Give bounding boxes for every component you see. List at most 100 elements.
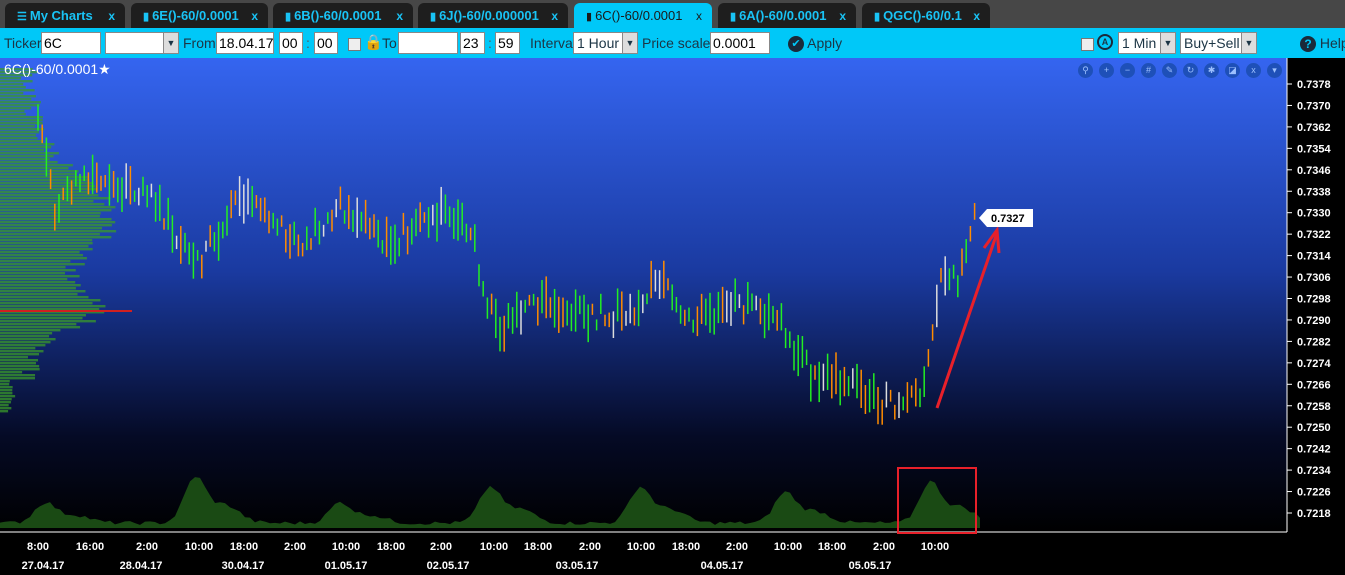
close-icon[interactable]: x (251, 3, 258, 29)
zoom-out-icon[interactable]: − (1120, 63, 1135, 78)
tab-6b-60-0-0001[interactable]: ▮ 6B()-60/0.0001 x (273, 3, 413, 28)
toolbar: Ticker 6C ▼ From 18.04.17 00 : 00 🔒 To 2… (0, 28, 1345, 58)
grid-icon[interactable]: # (1141, 63, 1156, 78)
side-dropdown[interactable]: Buy+Sell ▼ (1180, 32, 1257, 54)
volume-profile-bar (0, 284, 81, 287)
tab-6a-60-0-0001[interactable]: ▮ 6A()-60/0.0001 x (718, 3, 856, 28)
chart-title: 6C()-60/0.0001★ (4, 61, 111, 78)
x-tick-label: 18:00 (672, 541, 700, 553)
volume-profile-bar (0, 278, 68, 281)
volume-profile-bar (0, 131, 39, 134)
volume-profile-bar (0, 293, 78, 296)
price-scale-input[interactable]: 0.0001 (710, 32, 770, 54)
tab-label: 6E()-60/0.0001 (152, 8, 239, 23)
tab-label: 6J()-60/0.000001 (439, 8, 539, 23)
y-tick-label: 0.7330 (1297, 208, 1331, 220)
menu-icon: ☰ (17, 11, 27, 23)
close-icon[interactable]: x (108, 3, 115, 29)
from-date-input[interactable]: 18.04.17 (216, 32, 274, 54)
tab-my-charts[interactable]: ☰ My Charts x (5, 3, 125, 28)
close-icon[interactable]: x (396, 3, 403, 29)
from-hour-input[interactable]: 00 (279, 32, 303, 54)
chevron-down-icon: ▼ (163, 33, 178, 53)
tab-6e-60-0-0001[interactable]: ▮ 6E()-60/0.0001 x (131, 3, 268, 28)
lock-checkbox[interactable] (348, 38, 361, 51)
date-label: 02.05.17 (427, 560, 470, 572)
from-label: From (183, 35, 216, 51)
ticker-label: Ticker (4, 35, 42, 51)
check-icon: ✔ (788, 36, 804, 53)
volume-profile-bar (0, 236, 112, 239)
volume-profile-bar (0, 167, 69, 170)
tab-label: 6A()-60/0.0001 (739, 8, 827, 23)
volume-profile-bar (0, 89, 35, 92)
price-chart[interactable]: 0.7378 0.7370 0.7362 0.7354 0.7346 0.7338 0.73… (0, 58, 1345, 575)
y-tick-label: 0.7234 (1297, 465, 1332, 477)
zoom-in-icon[interactable]: + (1099, 63, 1114, 78)
to-minute-input[interactable]: 59 (495, 32, 520, 54)
volume-profile-bar (0, 239, 93, 242)
volume-profile-bar (0, 377, 35, 380)
tab-label: 6B()-60/0.0001 (294, 8, 382, 23)
auto-refresh-icon[interactable]: A (1097, 34, 1113, 50)
x-tick-label: 10:00 (185, 541, 213, 553)
volume-profile-bar (0, 275, 80, 278)
close-icon[interactable]: x (1246, 63, 1261, 78)
volume-profile-bar (0, 338, 56, 341)
volume-profile-bar (0, 125, 35, 128)
x-tick-label: 10:00 (627, 541, 655, 553)
close-icon[interactable]: x (696, 3, 702, 29)
close-icon[interactable]: x (551, 3, 558, 29)
volume-profile-bar (0, 362, 36, 365)
timeframe-dropdown[interactable]: 1 Min ▼ (1118, 32, 1176, 54)
close-icon[interactable]: x (839, 3, 846, 29)
volume-profile-bar (0, 257, 87, 260)
volume-profile-bar (0, 380, 10, 383)
volume-profile-bar (0, 398, 12, 401)
to-date-input[interactable] (398, 32, 458, 54)
volume-profile-bar (0, 224, 112, 227)
help-button[interactable]: ? Help (1300, 32, 1345, 54)
auto-checkbox[interactable] (1081, 38, 1094, 51)
chevron-down-icon: ▼ (1241, 33, 1256, 53)
volume-profile-bar (0, 227, 102, 230)
volume-profile-bar (0, 410, 9, 413)
volume-profile-bar (0, 290, 86, 293)
x-tick-label: 10:00 (921, 541, 949, 553)
date-label: 30.04.17 (222, 560, 265, 572)
x-tick-label: 2:00 (136, 541, 158, 553)
volume-profile-bar (0, 245, 89, 248)
volume-profile-bar (0, 203, 105, 206)
x-tick-label: 10:00 (774, 541, 802, 553)
close-icon[interactable]: x (973, 3, 980, 29)
volume-profile-bar (0, 83, 24, 86)
search-icon[interactable]: ⚲ (1078, 63, 1093, 78)
apply-button[interactable]: ✔ Apply (788, 32, 842, 54)
volume-profile-bar (0, 164, 73, 167)
chart-title-text: 6C()-60/0.0001 (4, 61, 99, 77)
last-price-value: 0.7327 (991, 213, 1025, 225)
volume-profile-bar (0, 116, 43, 119)
from-minute-input[interactable]: 00 (314, 32, 338, 54)
volume-profile-bar (0, 188, 98, 191)
tab-6j-60-0-000001[interactable]: ▮ 6J()-60/0.000001 x (418, 3, 568, 28)
to-hour-input[interactable]: 23 (460, 32, 485, 54)
favorite-star-icon[interactable]: ★ (98, 61, 111, 77)
tab-6c-60-0-0001[interactable]: ▮ 6C()-60/0.0001 x (574, 3, 712, 28)
volume-profile-bar (0, 281, 76, 284)
volume-profile-bar (0, 215, 100, 218)
gear-icon[interactable]: ✱ (1204, 63, 1219, 78)
contract-dropdown[interactable]: ▼ (105, 32, 179, 54)
tab-qgc-60-0-1[interactable]: ▮ QGC()-60/0.1 x (862, 3, 990, 28)
expand-icon[interactable]: ◪ (1225, 63, 1240, 78)
date-label: 03.05.17 (556, 560, 599, 572)
volume-profile-bar (0, 299, 101, 302)
ticker-input[interactable]: 6C (41, 32, 101, 54)
refresh-icon[interactable]: ↻ (1183, 63, 1198, 78)
volume-profile-bar (0, 320, 96, 323)
volume-profile-bar (0, 323, 77, 326)
x-tick-label: 18:00 (230, 541, 258, 553)
interval-dropdown[interactable]: 1 Hour ▼ (573, 32, 638, 54)
pencil-icon[interactable]: ✎ (1162, 63, 1177, 78)
chevron-down-icon[interactable]: ▾ (1267, 63, 1282, 78)
